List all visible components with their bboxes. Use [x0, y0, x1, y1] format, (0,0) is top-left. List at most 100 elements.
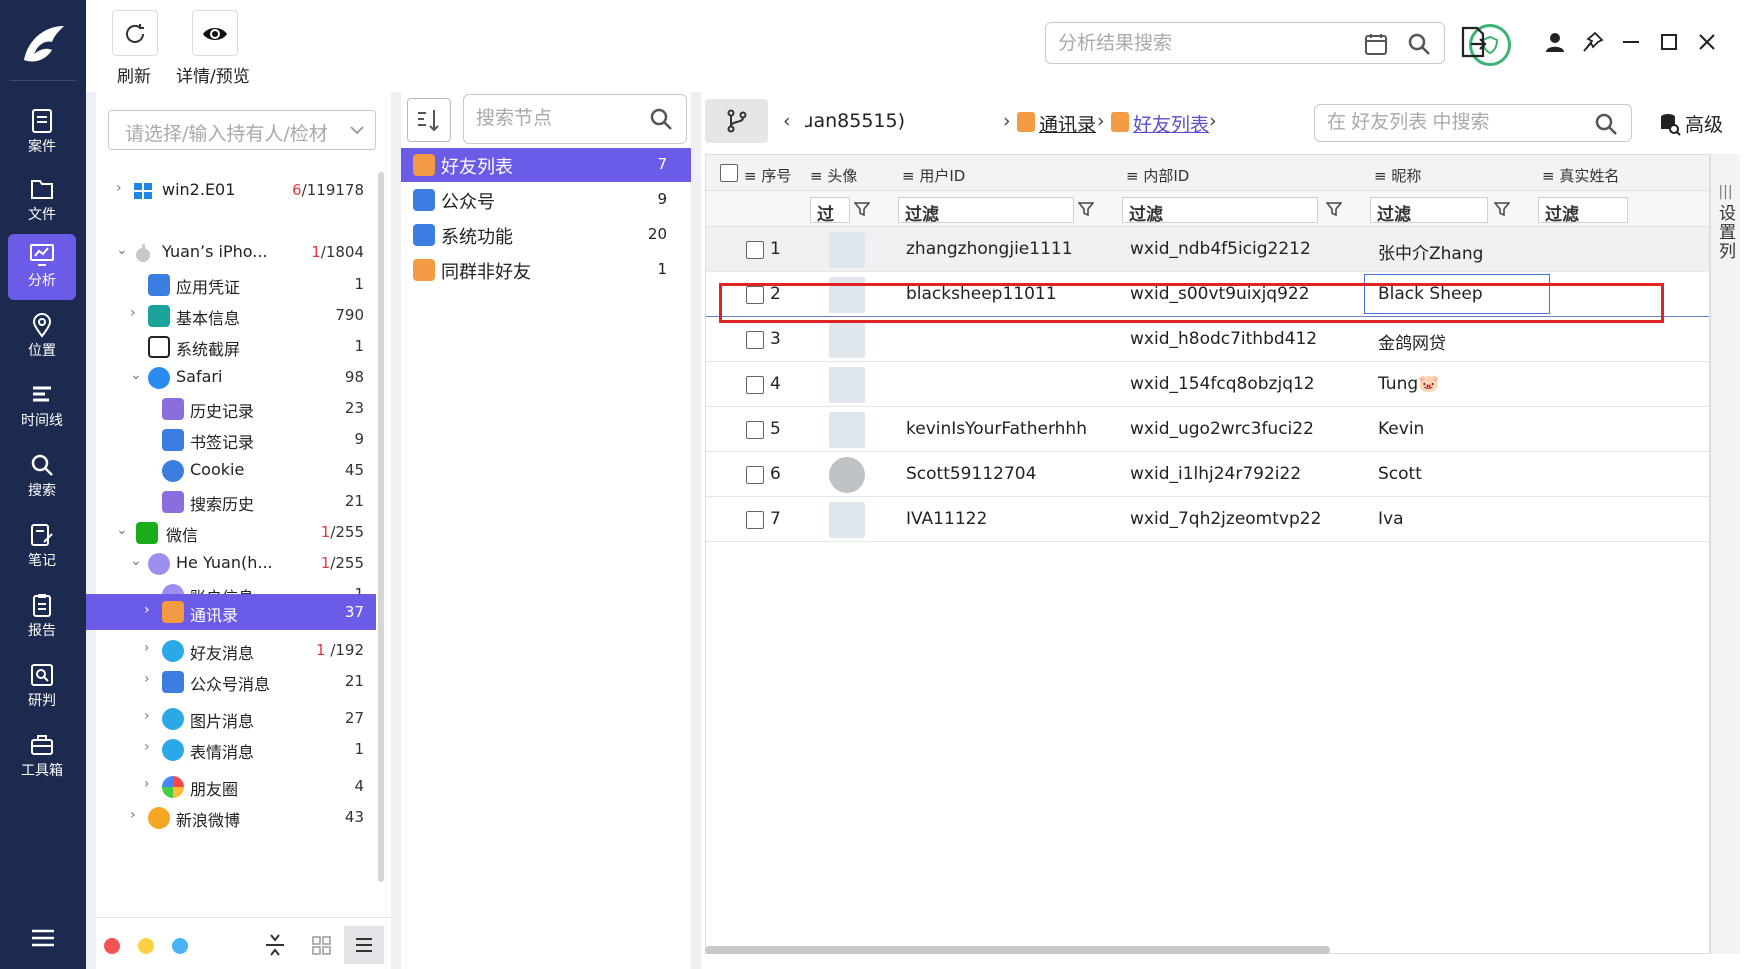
tree-item-bookmark[interactable]: 书签记录 9 — [96, 423, 376, 457]
table-row[interactable]: 1 zhangzhongjie1111 wxid_ndb4f5icig2212 … — [706, 227, 1709, 272]
calendar-icon[interactable] — [1364, 32, 1388, 56]
list-view-icon[interactable] — [344, 926, 384, 964]
close-icon[interactable] — [1695, 30, 1719, 54]
chevron-right-icon[interactable]: › — [144, 603, 156, 617]
nav-item-location[interactable]: 位置 — [8, 304, 76, 370]
tree-item-wechat-account[interactable]: ⌄ He Yuan(h... 1/255 — [96, 547, 376, 581]
maximize-icon[interactable] — [1657, 30, 1681, 54]
grid-search-box[interactable] — [1314, 104, 1632, 142]
table-row[interactable]: 4 wxid_154fcq8obzjq12 Tung🐷 — [706, 362, 1709, 407]
node-search-input[interactable] — [476, 107, 636, 131]
tree-item-moments[interactable]: › 朋友圈 4 — [96, 770, 376, 804]
chevron-right-icon[interactable]: › — [130, 306, 142, 320]
export-icon[interactable] — [1459, 26, 1489, 58]
nav-item-analysis[interactable]: 分析 — [8, 234, 76, 300]
search-icon[interactable] — [648, 106, 674, 132]
column-header-internal-id[interactable]: ≡ 内部ID — [1126, 165, 1189, 186]
minimize-icon[interactable] — [1619, 30, 1643, 54]
chevron-down-icon[interactable]: ⌄ — [116, 523, 128, 537]
node-item-official[interactable]: 公众号 9 — [401, 183, 691, 217]
nav-item-search[interactable]: 搜索 — [8, 444, 76, 510]
breadcrumb-friends[interactable]: 好友列表 — [1133, 110, 1209, 137]
tree-item-contacts[interactable]: › 通讯录 37 — [86, 594, 376, 630]
tree-item-iphone[interactable]: ⌄ Yuan’s iPho... 1/1804 — [96, 236, 376, 270]
internal-id-filter-input[interactable]: 过滤 — [1122, 197, 1318, 225]
tree-item-cookie[interactable]: Cookie 45 — [96, 454, 376, 488]
user-id-filter-input[interactable]: 过滤 — [898, 197, 1074, 225]
red-tag-icon[interactable] — [104, 938, 120, 954]
nav-item-case[interactable]: 案件 — [8, 100, 76, 166]
user-icon[interactable] — [1543, 30, 1567, 54]
row-checkbox[interactable] — [746, 376, 764, 394]
nickname-filter-input[interactable]: 过滤 — [1370, 197, 1488, 225]
node-item-system[interactable]: 系统功能 20 — [401, 218, 691, 252]
column-header-nickname[interactable]: ≡ 昵称 — [1374, 165, 1421, 186]
blue-tag-icon[interactable] — [172, 938, 188, 954]
tree-item-friend-messages[interactable]: › 好友消息 1 /192 — [96, 634, 376, 668]
chevron-right-icon[interactable]: › — [144, 740, 156, 754]
yellow-tag-icon[interactable] — [138, 938, 154, 954]
pin-icon[interactable] — [1581, 30, 1605, 54]
tree-item-image-messages[interactable]: › 图片消息 27 — [96, 702, 376, 736]
table-row[interactable]: 3 wxid_h8odc7ithbd412 金鸽网贷 — [706, 317, 1709, 362]
breadcrumb-back-icon[interactable]: ‹ — [783, 110, 791, 132]
tree-item-safari[interactable]: ⌄ Safari 98 — [96, 361, 376, 395]
chevron-down-icon[interactable]: ⌄ — [116, 243, 128, 257]
nav-item-timeline[interactable]: 时间线 — [8, 374, 76, 440]
tree-item-search-history[interactable]: 搜索历史 21 — [96, 485, 376, 519]
tree-item-official-messages[interactable]: › 公众号消息 21 — [96, 665, 376, 699]
chevron-right-icon[interactable]: › — [116, 181, 128, 195]
holder-select[interactable]: 请选择/输入持有人/检材 — [108, 110, 376, 150]
row-checkbox[interactable] — [746, 511, 764, 529]
chevron-right-icon[interactable]: › — [130, 808, 142, 822]
details-preview-button[interactable] — [192, 10, 238, 56]
row-checkbox[interactable] — [746, 241, 764, 259]
node-item-group-nonfriend[interactable]: 同群非好友 1 — [401, 253, 691, 287]
refresh-button[interactable] — [112, 10, 158, 56]
column-header-real-name[interactable]: ≡ 真实姓名 — [1542, 165, 1619, 186]
tree-item-weibo[interactable]: › 新浪微博 43 — [96, 801, 376, 835]
filter-icon[interactable] — [1077, 201, 1095, 217]
tree-item-basic-info[interactable]: › 基本信息 790 — [96, 299, 376, 333]
filter-icon[interactable] — [853, 201, 871, 217]
advanced-label[interactable]: 高级 — [1685, 110, 1723, 137]
table-horizontal-scrollbar[interactable] — [705, 946, 1330, 954]
tree-item-wechat[interactable]: ⌄ 微信 1/255 — [96, 516, 376, 550]
chevron-right-icon[interactable]: › — [144, 709, 156, 723]
analysis-search-input[interactable] — [1058, 31, 1358, 57]
tree-item-sticker-messages[interactable]: › 表情消息 1 — [96, 733, 376, 767]
tree-item-app-credential[interactable]: 应用凭证 1 — [96, 268, 376, 302]
search-icon[interactable] — [1593, 111, 1619, 137]
breadcrumb-forward-icon[interactable]: › — [1209, 110, 1217, 132]
tree-item-win2[interactable]: › win2.E01 6/119178 — [96, 174, 376, 208]
real-name-filter-input[interactable]: 过滤 — [1538, 197, 1628, 225]
chevron-down-icon[interactable]: ⌄ — [130, 554, 142, 568]
column-header-avatar[interactable]: ≡ 头像 — [810, 165, 857, 186]
branch-view-button[interactable] — [705, 99, 768, 143]
chevron-right-icon[interactable]: › — [144, 777, 156, 791]
column-settings-button[interactable]: ||| 设置列 — [1710, 154, 1740, 954]
table-row[interactable]: 7 IVA11122 wxid_7qh2jzeomtvp22 Iva — [706, 497, 1709, 542]
node-search-box[interactable] — [463, 94, 687, 144]
nav-item-judge[interactable]: 研判 — [8, 654, 76, 720]
row-checkbox[interactable] — [746, 466, 764, 484]
node-item-friends[interactable]: 好友列表 7 — [401, 148, 691, 182]
nav-item-toolbox[interactable]: 工具箱 — [8, 724, 76, 790]
tree-item-screenshot[interactable]: 系统截屏 1 — [96, 330, 376, 364]
breadcrumb-root[interactable]: He Yuan(heyuan85515) — [805, 110, 905, 132]
grid-view-icon[interactable] — [302, 926, 340, 964]
column-header-index[interactable]: ≡ 序号 — [744, 165, 791, 186]
row-checkbox[interactable] — [746, 331, 764, 349]
table-row[interactable]: 5 kevinIsYourFatherhhh wxid_ugo2wrc3fuci… — [706, 407, 1709, 452]
analysis-search-box[interactable] — [1045, 22, 1445, 64]
row-checkbox[interactable] — [746, 286, 764, 304]
table-row[interactable]: 6 Scott59112704 wxid_i1lhj24r792i22 Scot… — [706, 452, 1709, 497]
advanced-search-icon[interactable] — [1659, 112, 1681, 141]
nav-item-note[interactable]: 笔记 — [8, 514, 76, 580]
row-checkbox[interactable] — [746, 421, 764, 439]
sort-button[interactable] — [407, 98, 451, 142]
grid-search-input[interactable] — [1327, 111, 1567, 135]
nav-item-file[interactable]: 文件 — [8, 168, 76, 234]
chevron-right-icon[interactable]: › — [144, 641, 156, 655]
breadcrumb-contacts[interactable]: 通讯录 — [1039, 110, 1096, 137]
